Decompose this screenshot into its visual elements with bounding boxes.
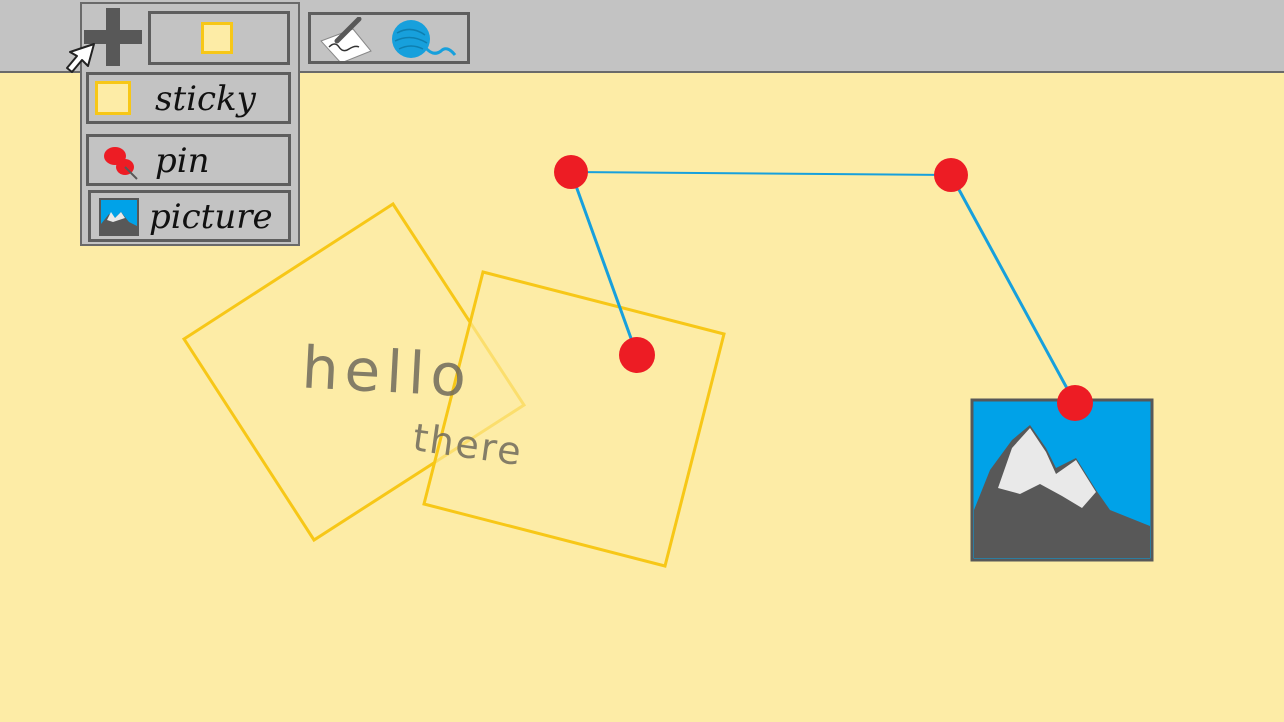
sticky-swatch-icon [201, 22, 233, 54]
yarn-ball-icon [392, 20, 457, 58]
cursor-icon [66, 43, 95, 73]
string-tool-button[interactable] [385, 17, 465, 61]
sticky-swatch-icon [95, 81, 131, 115]
menu-item-label: sticky [155, 79, 256, 119]
string-3[interactable] [949, 174, 1077, 404]
menu-item-sticky[interactable]: sticky [86, 72, 291, 124]
pen-paper-icon [320, 16, 372, 64]
note-text-hello: hello [300, 333, 473, 410]
menu-item-label: pin [155, 141, 210, 181]
menu-item-pin[interactable]: pin [86, 134, 291, 186]
menu-item-picture[interactable]: picture [88, 190, 291, 242]
pin-2[interactable] [934, 158, 968, 192]
sticky-note-2[interactable] [422, 270, 726, 568]
pin-4[interactable] [1057, 385, 1093, 421]
board-picture[interactable] [970, 398, 1154, 562]
pin-3[interactable] [619, 337, 655, 373]
draw-tool-button[interactable] [315, 16, 375, 64]
menu-item-label: picture [149, 197, 273, 237]
pushpin-icon [104, 147, 138, 180]
picture-icon [99, 198, 139, 236]
tool-group [308, 12, 470, 64]
string-1[interactable] [570, 171, 952, 176]
pin-1[interactable] [554, 155, 588, 189]
current-note-type-button[interactable] [148, 11, 290, 65]
